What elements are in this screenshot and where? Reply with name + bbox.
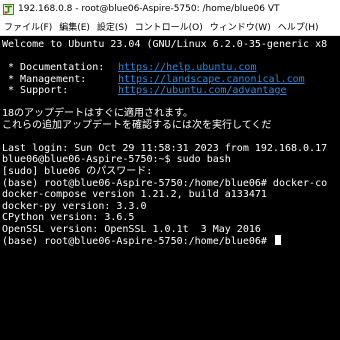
terminal-line-compose-command: (base) root@blue06-Aspire-5750:/home/blu…: [2, 177, 328, 189]
terminal-screen[interactable]: Welcome to Ubuntu 23.04 (GNU/Linux 6.2.0…: [0, 36, 340, 340]
terminal-line-updates-instruction: これらの追加アップデートを確認するには次を実行してくだ: [2, 119, 272, 131]
management-label: * Management:: [2, 73, 87, 85]
terminal-line-compose-version: docker-compose version 1.21.2, build a13…: [2, 189, 267, 201]
management-link[interactable]: https://landscape.canonical.com: [118, 74, 305, 85]
terminal-window: 192.168.0.8 - root@blue06-Aspire-5750: /…: [0, 0, 340, 340]
teraterm-app-icon: [3, 3, 14, 15]
shell-prompt: (base) root@blue06-Aspire-5750:/home/blu…: [2, 236, 273, 248]
terminal-line-welcome: Welcome to Ubuntu 23.04 (GNU/Linux 6.2.0…: [2, 39, 328, 50]
terminal-line-sudo-password-prompt: [sudo] blue06 のパスワード:: [2, 166, 153, 178]
menu-file[interactable]: ファイル(F): [0, 20, 55, 33]
terminal-line-updates-available: 18のアップデートはすぐに適用されます。: [2, 108, 194, 120]
terminal-line-sudo-command: blue06@blue06-Aspire-5750:~$ sudo bash: [2, 154, 231, 166]
title-bar[interactable]: 192.168.0.8 - root@blue06-Aspire-5750: /…: [0, 0, 340, 18]
menu-window[interactable]: ウィンドウ(W): [206, 20, 274, 33]
support-link[interactable]: https://ubuntu.com/advantage: [118, 85, 287, 96]
menu-setup[interactable]: 設定(S): [93, 20, 131, 33]
window-title: 192.168.0.8 - root@blue06-Aspire-5750: /…: [18, 4, 280, 14]
menu-control[interactable]: コントロール(O): [131, 20, 206, 33]
terminal-line-support: * Support: https://ubuntu.com/advantage: [2, 85, 340, 97]
terminal-line-docker-py-version: docker-py version: 3.3.0: [2, 200, 147, 212]
terminal-line-openssl-version: OpenSSL version: OpenSSL 1.0.1t 3 May 20…: [2, 223, 261, 235]
menu-edit[interactable]: 編集(E): [55, 20, 93, 33]
documentation-link[interactable]: https://help.ubuntu.com: [118, 62, 256, 73]
terminal-line-last-login: Last login: Sun Oct 29 11:58:31 2023 fro…: [2, 142, 328, 154]
documentation-label: * Documentation:: [2, 62, 105, 74]
terminal-line-current-prompt: (base) root@blue06-Aspire-5750:/home/blu…: [2, 235, 340, 247]
menu-help[interactable]: ヘルプ(H): [274, 20, 322, 33]
menu-bar: ファイル(F) 編集(E) 設定(S) コントロール(O) ウィンドウ(W) ヘ…: [0, 18, 340, 36]
terminal-line-documentation: * Documentation: https://help.ubuntu.com: [2, 62, 340, 74]
terminal-line-cpython-version: CPython version: 3.6.5: [2, 212, 135, 224]
terminal-line-management: * Management: https://landscape.canonical…: [2, 74, 340, 86]
text-cursor: [274, 235, 281, 246]
support-label: * Support:: [2, 85, 69, 97]
